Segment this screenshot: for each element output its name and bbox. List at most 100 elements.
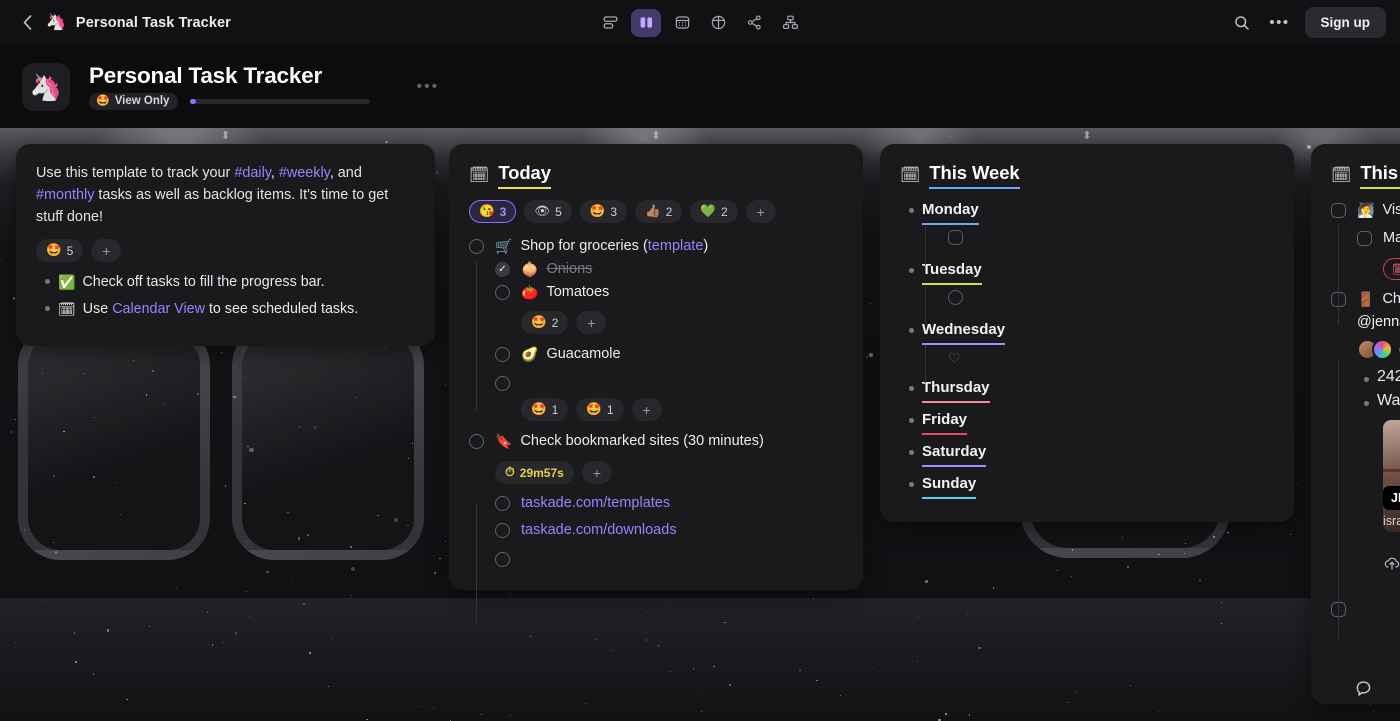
upload-cloud-icon[interactable] <box>1383 554 1400 576</box>
avatar[interactable] <box>1372 339 1393 360</box>
task-checkbox[interactable] <box>948 290 963 305</box>
task-checkbox[interactable] <box>495 552 510 567</box>
month-mention-row[interactable]: @jenna <box>1331 311 1400 334</box>
orgchart-view-button[interactable] <box>775 9 805 37</box>
search-icon[interactable] <box>1229 10 1255 36</box>
task-checkbox[interactable] <box>495 262 510 277</box>
list-item[interactable]: ✅ Check off tasks to fill the progress b… <box>36 272 415 293</box>
day-subitem[interactable] <box>900 290 1274 310</box>
mindmap-view-button[interactable] <box>739 9 769 37</box>
subtask-row-empty[interactable] <box>469 372 843 391</box>
reaction-pill[interactable]: 👁 5 <box>524 200 572 223</box>
avatar-group[interactable]: d <box>1331 339 1400 360</box>
subtask-row[interactable]: 🧅 Onions <box>469 258 843 281</box>
reaction-pill[interactable]: 🤩 1 <box>576 398 624 421</box>
project-emoji-icon[interactable]: 🦄 <box>22 62 70 111</box>
task-text: Shop for groceries ( <box>520 238 648 254</box>
column-drag-handle[interactable]: ⬍ <box>215 129 237 142</box>
day-row-friday[interactable]: Friday <box>900 409 1274 435</box>
day-subitem[interactable]: ♡ <box>900 350 1274 368</box>
list-view-button[interactable] <box>595 9 625 37</box>
column-drag-handle[interactable]: ⬍ <box>1076 129 1098 142</box>
day-row-wednesday[interactable]: Wednesday <box>900 319 1274 345</box>
add-reaction-button[interactable]: + <box>631 398 662 421</box>
this-week-header: 🗓 This Week <box>900 162 1274 189</box>
view-only-badge[interactable]: 🤩 View Only <box>89 93 179 111</box>
task-row[interactable]: 🧖 Visi <box>1331 199 1400 222</box>
day-row-sunday[interactable]: Sunday <box>900 473 1274 499</box>
calendar-view-button[interactable] <box>667 9 697 37</box>
subtask-row[interactable]: 🥑 Guacamole <box>469 343 843 366</box>
reaction-pill[interactable]: 🤩 2 <box>521 311 569 334</box>
add-reaction-button[interactable]: + <box>91 239 122 262</box>
more-horizontal-icon[interactable]: ••• <box>1267 10 1293 36</box>
task-checkbox[interactable] <box>495 285 510 300</box>
task-checkbox[interactable] <box>469 239 484 254</box>
column-drag-handle[interactable]: ⬍ <box>645 129 667 142</box>
table-view-button[interactable] <box>703 9 733 37</box>
template-link[interactable]: template <box>648 238 704 254</box>
day-row-saturday[interactable]: Saturday <box>900 441 1274 467</box>
list-item[interactable]: 242 <box>1331 368 1400 386</box>
reaction-pill[interactable]: 👍🏽 2 <box>635 200 683 223</box>
subtask-row-empty[interactable] <box>469 548 843 567</box>
project-header: 🦄 Personal Task Tracker 🤩 View Only ••• <box>0 45 1400 128</box>
reaction-pill[interactable]: 😘 3 <box>469 200 517 223</box>
reaction-pill[interactable]: 🤩 5 <box>36 239 84 262</box>
subtask-row[interactable]: taskade.com/templates <box>469 492 843 515</box>
task-checkbox[interactable] <box>495 347 510 362</box>
tag-weekly[interactable]: #weekly <box>279 165 330 181</box>
attachment-block[interactable]: JP isra <box>1331 420 1400 576</box>
subtask-row[interactable]: 🍅 Tomatoes <box>469 281 843 304</box>
reaction-pill[interactable]: 🤩 3 <box>579 200 628 223</box>
tag-monthly[interactable]: #monthly <box>36 187 94 203</box>
project-more-icon[interactable]: ••• <box>416 78 439 94</box>
subtask-row[interactable]: taskade.com/downloads <box>469 519 843 542</box>
subtask-row[interactable]: Mak <box>1331 227 1400 250</box>
list-item[interactable]: 🗓 Use Calendar View to see scheduled tas… <box>36 299 415 320</box>
back-chevron-icon[interactable] <box>18 14 36 32</box>
intro-text-1: Use this template to track your <box>36 165 235 181</box>
task-checkbox[interactable] <box>495 376 510 391</box>
date-badge[interactable]: 🗓 <box>1383 258 1400 280</box>
task-row[interactable]: 🚪 Che <box>1331 288 1400 311</box>
task-checkbox[interactable] <box>1357 231 1372 246</box>
task-row[interactable]: 🔖 Check bookmarked sites (30 minutes) <box>469 430 843 453</box>
day-row-tuesday[interactable]: Tuesday <box>900 259 1274 285</box>
day-row-thursday[interactable]: Thursday <box>900 377 1274 403</box>
board-view-button[interactable] <box>631 8 661 37</box>
tag-daily[interactable]: #daily <box>234 165 271 181</box>
day-subitem[interactable] <box>900 230 1274 250</box>
task-checkbox[interactable] <box>469 434 484 449</box>
chat-bubble-icon[interactable] <box>1348 673 1378 703</box>
day-label: Sunday <box>922 473 977 499</box>
add-reaction-button[interactable]: + <box>576 311 607 334</box>
calendar-view-link[interactable]: Calendar View <box>112 301 205 317</box>
add-reaction-button[interactable]: + <box>581 461 612 484</box>
today-title: Today <box>498 162 551 189</box>
task-row[interactable]: 🛒 Shop for groceries (template) <box>469 235 843 258</box>
sign-up-button[interactable]: Sign up <box>1304 7 1386 38</box>
reaction-pill[interactable]: 💚 2 <box>690 200 738 223</box>
view-switcher <box>595 8 805 37</box>
task-checkbox[interactable] <box>495 523 510 538</box>
today-task-list: 🛒 Shop for groceries (template) 🧅 Onions… <box>469 235 843 625</box>
task-checkbox[interactable] <box>1331 203 1346 218</box>
task-label: Check bookmarked sites (30 minutes) <box>520 433 764 449</box>
bookmark-link[interactable]: taskade.com/downloads <box>521 519 677 542</box>
heart-icon[interactable]: ♡ <box>948 350 961 366</box>
add-reaction-button[interactable]: + <box>745 200 776 223</box>
bullet-icon <box>900 377 922 391</box>
timer-badge[interactable]: ⏱ 29m57s <box>495 461 574 484</box>
reaction-pill[interactable]: 🤩 1 <box>521 398 569 421</box>
task-checkbox[interactable] <box>948 230 963 245</box>
reaction-count: 1 <box>606 402 614 417</box>
intro-item-label: Check off tasks to fill the progress bar… <box>82 274 325 290</box>
task-checkbox[interactable] <box>495 496 510 511</box>
bookmark-link[interactable]: taskade.com/templates <box>521 492 670 515</box>
task-row-empty[interactable] <box>1331 598 1400 617</box>
list-item[interactable]: Was <box>1331 392 1400 410</box>
project-progress-bar[interactable] <box>190 99 371 105</box>
reaction-emoji-icon: 👍🏽 <box>645 204 661 219</box>
day-row-monday[interactable]: Monday <box>900 199 1274 225</box>
